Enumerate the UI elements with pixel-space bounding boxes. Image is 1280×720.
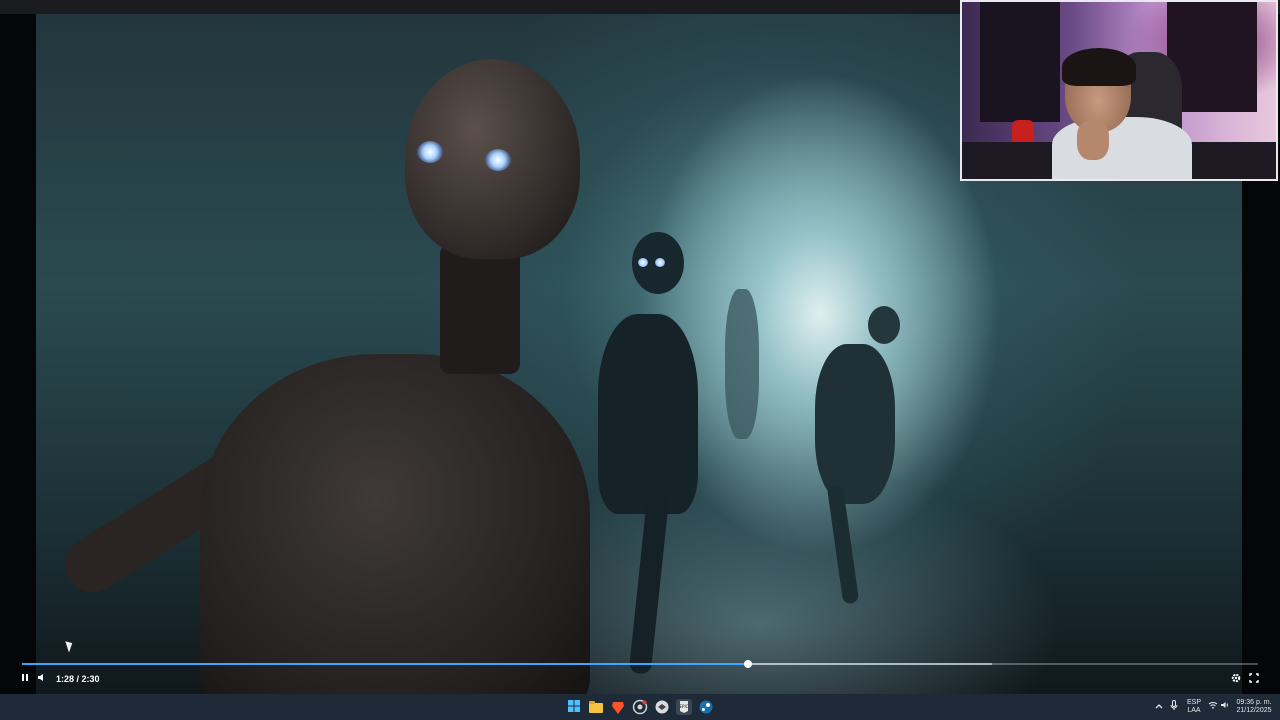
pause-icon[interactable] bbox=[21, 673, 29, 686]
taskbar: EPIC ESP LAA 09:36 p. m. 21/12/2025 bbox=[0, 694, 1280, 720]
language-bottom: LAA bbox=[1187, 707, 1201, 714]
alien-figure-middle-body bbox=[598, 314, 698, 514]
clock[interactable]: 09:36 p. m. 21/12/2025 bbox=[1234, 699, 1274, 715]
webcam-overlay bbox=[960, 0, 1278, 181]
glowing-eye bbox=[655, 258, 665, 267]
windows-start-icon[interactable] bbox=[566, 699, 582, 715]
time-display: 1:28 / 2:30 bbox=[56, 674, 100, 684]
glowing-eye bbox=[638, 258, 648, 267]
alien-figure-right-body bbox=[815, 344, 895, 504]
alien-figure-right-head bbox=[868, 306, 900, 344]
webcam-person-hair bbox=[1062, 48, 1136, 86]
volume-icon[interactable] bbox=[37, 673, 46, 686]
steam-icon[interactable] bbox=[698, 699, 714, 715]
wifi-icon[interactable] bbox=[1208, 701, 1218, 711]
alien-main-torso bbox=[200, 354, 590, 694]
gear-icon[interactable] bbox=[1231, 673, 1241, 687]
epic-games-icon[interactable]: EPIC bbox=[676, 699, 692, 715]
app-icon[interactable] bbox=[654, 699, 670, 715]
alien-figure-middle-leg bbox=[628, 493, 670, 675]
seek-bar[interactable] bbox=[22, 660, 1258, 668]
microphone-icon[interactable] bbox=[1170, 700, 1178, 713]
alien-main-neck bbox=[440, 244, 520, 374]
brave-browser-icon[interactable] bbox=[610, 699, 626, 715]
webcam-person-hand bbox=[1077, 120, 1109, 160]
webcam-person-shirt bbox=[1052, 117, 1192, 179]
screen: 1:28 / 2:30 EPIC ESP LAA 09:36 p. m. 21/… bbox=[0, 0, 1280, 720]
alien-figure-middle-head bbox=[632, 232, 684, 294]
svg-text:EPIC: EPIC bbox=[680, 704, 689, 709]
chrome-icon[interactable] bbox=[632, 699, 648, 715]
mouse-cursor-icon bbox=[65, 639, 75, 653]
alien-main-head bbox=[405, 59, 580, 259]
webcam-background-curtain bbox=[980, 2, 1060, 122]
letterbox-left bbox=[0, 14, 36, 694]
fullscreen-icon[interactable] bbox=[1249, 673, 1259, 687]
file-explorer-icon[interactable] bbox=[588, 699, 604, 715]
clock-time: 09:36 p. m. bbox=[1236, 699, 1272, 706]
glowing-eye bbox=[485, 149, 511, 171]
language-indicator[interactable]: ESP LAA bbox=[1185, 699, 1203, 715]
language-top: ESP bbox=[1186, 699, 1201, 706]
clock-date: 21/12/2025 bbox=[1236, 707, 1272, 714]
chevron-up-icon[interactable] bbox=[1155, 702, 1163, 711]
glowing-eye bbox=[417, 141, 443, 163]
speaker-icon[interactable] bbox=[1220, 701, 1230, 711]
seek-thumb[interactable] bbox=[743, 660, 752, 668]
distant-alien-figure bbox=[725, 289, 759, 439]
seek-progress bbox=[22, 663, 748, 665]
